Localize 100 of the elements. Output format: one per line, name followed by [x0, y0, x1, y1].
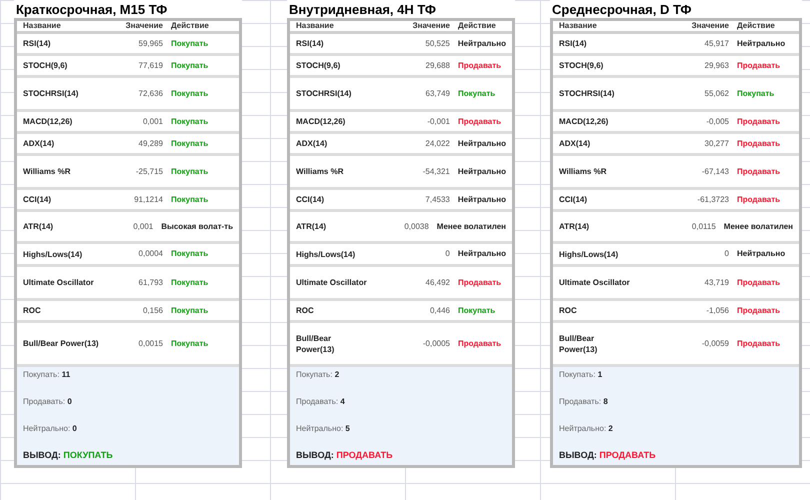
indicator-name: ROC	[296, 305, 315, 316]
indicator-action: Покупать	[171, 166, 208, 178]
indicator-name: Ultimate Oscillator	[23, 277, 95, 288]
indicator-value: 63,749	[424, 88, 450, 100]
indicator-name: MACD(12,26)	[296, 116, 346, 127]
indicator-value: 0,0004	[138, 248, 163, 260]
indicator-value: 49,289	[138, 138, 163, 150]
summary-count: Нейтрально: 5	[296, 422, 351, 435]
indicator-action: Покупать	[171, 276, 208, 288]
indicator-name: ROC	[23, 305, 42, 316]
column-header: Значение	[690, 20, 729, 32]
indicator-action: Нейтрально	[458, 38, 506, 50]
indicator-name: Bull/Bear Power(13)	[559, 332, 598, 354]
column-header: Значение	[124, 20, 163, 32]
panel-title: Среднесрочная, D ТФ	[552, 2, 692, 16]
indicator-value: -0,0059	[700, 338, 729, 350]
indicator-action: Продавать	[458, 338, 502, 350]
indicator-action: Продавать	[737, 60, 780, 72]
indicator-action: Менее волатилен	[436, 220, 506, 232]
indicator-name: ADX(14)	[23, 138, 56, 149]
indicator-action: Продавать	[737, 166, 780, 178]
indicator-name: Bull/Bear Power(13)	[23, 338, 100, 349]
column-header: Значение	[412, 20, 450, 32]
indicator-action: Покупать	[171, 88, 208, 100]
indicator-action: Покупать	[171, 138, 208, 150]
indicator-action: Покупать	[458, 304, 496, 316]
indicator-value: 29,963	[704, 60, 729, 72]
column-header: Название	[296, 20, 335, 32]
column-header: Название	[559, 20, 598, 32]
indicator-value: 72,636	[138, 88, 163, 100]
indicator-name: ADX(14)	[296, 138, 328, 149]
indicator-value: -0,005	[705, 116, 729, 128]
indicator-value: 0,156	[142, 304, 163, 316]
indicator-action: Продавать	[737, 194, 780, 206]
indicator-name: Ultimate Oscillator	[559, 277, 631, 288]
indicator-action: Нейтрально	[458, 248, 506, 260]
indicator-value: -0,001	[426, 116, 450, 128]
indicator-action: Покупать	[171, 338, 208, 350]
indicator-value: 0,0115	[690, 220, 716, 232]
indicator-action: Нейтрально	[458, 138, 506, 150]
indicator-value: -67,143	[700, 166, 729, 178]
indicator-value: -25,715	[134, 166, 163, 178]
indicator-action: Высокая волат-ть	[161, 220, 233, 232]
indicator-name: MACD(12,26)	[23, 116, 74, 127]
summary-count: Нейтрально: 2	[559, 422, 614, 435]
indicator-name: Williams %R	[559, 166, 608, 177]
indicator-value: 55,062	[704, 88, 729, 100]
indicator-name: ADX(14)	[559, 138, 592, 149]
indicator-name: CCI(14)	[296, 194, 326, 205]
indicator-value: -1,056	[705, 304, 729, 316]
summary-count: Покупать: 11	[23, 369, 72, 381]
conclusion: ВЫВОД: ПРОДАВАТЬ	[296, 449, 394, 462]
indicator-value: 24,022	[424, 138, 450, 150]
indicator-name: MACD(12,26)	[559, 116, 610, 127]
indicator-name: ATR(14)	[296, 221, 328, 232]
indicator-action: Продавать	[737, 138, 780, 150]
summary-count: Продавать: 4	[296, 396, 346, 408]
indicator-value: 0,0038	[403, 220, 429, 232]
indicator-name: RSI(14)	[23, 38, 52, 49]
summary-count: Покупать: 1	[559, 369, 604, 381]
indicator-value: 59,965	[138, 38, 163, 50]
indicator-value: 0,0015	[138, 338, 163, 350]
indicator-name: STOCH(9,6)	[23, 60, 68, 71]
indicator-name: Bull/Bear Power(13)	[296, 332, 336, 354]
indicator-value: 29,688	[424, 60, 450, 72]
indicator-value: 0	[724, 248, 729, 260]
summary-count: Нейтрально: 0	[23, 422, 78, 435]
indicator-name: ATR(14)	[23, 221, 54, 232]
indicator-action: Продавать	[737, 304, 780, 316]
indicator-value: 91,1214	[133, 194, 163, 206]
indicator-value: -61,3723	[696, 194, 729, 206]
indicator-name: STOCHRSI(14)	[559, 88, 616, 99]
column-header: Действие	[458, 20, 496, 32]
indicator-name: RSI(14)	[296, 38, 325, 49]
indicator-name: ATR(14)	[559, 221, 590, 232]
indicator-value: 0	[444, 248, 450, 260]
panel-title: Краткосрочная, M15 ТФ	[16, 2, 168, 16]
summary-count: Продавать: 0	[23, 396, 73, 408]
indicator-action: Продавать	[458, 276, 502, 288]
indicator-name: RSI(14)	[559, 38, 588, 49]
indicator-name: ROC	[559, 305, 578, 316]
indicator-action: Продавать	[737, 116, 780, 128]
summary-count: Продавать: 8	[559, 396, 609, 408]
indicator-action: Продавать	[737, 276, 780, 288]
indicator-name: STOCHRSI(14)	[23, 88, 80, 99]
indicator-name: STOCHRSI(14)	[296, 88, 352, 99]
indicator-action: Нейтрально	[737, 248, 786, 260]
indicator-action: Покупать	[171, 248, 208, 260]
panel-title: Внутридневная, 4H ТФ	[289, 2, 436, 16]
column-header: Действие	[737, 20, 775, 32]
indicator-name: Highs/Lows(14)	[23, 248, 84, 260]
indicator-name: CCI(14)	[559, 194, 588, 205]
indicator-action: Покупать	[737, 88, 774, 100]
indicator-value: 0,001	[142, 116, 163, 128]
indicator-name: STOCH(9,6)	[559, 60, 604, 71]
indicator-value: 46,492	[424, 276, 450, 288]
indicator-name: CCI(14)	[23, 194, 52, 205]
column-header: Действие	[171, 20, 209, 32]
indicator-action: Покупать	[171, 304, 208, 316]
indicator-action: Менее волатилен	[724, 220, 793, 232]
